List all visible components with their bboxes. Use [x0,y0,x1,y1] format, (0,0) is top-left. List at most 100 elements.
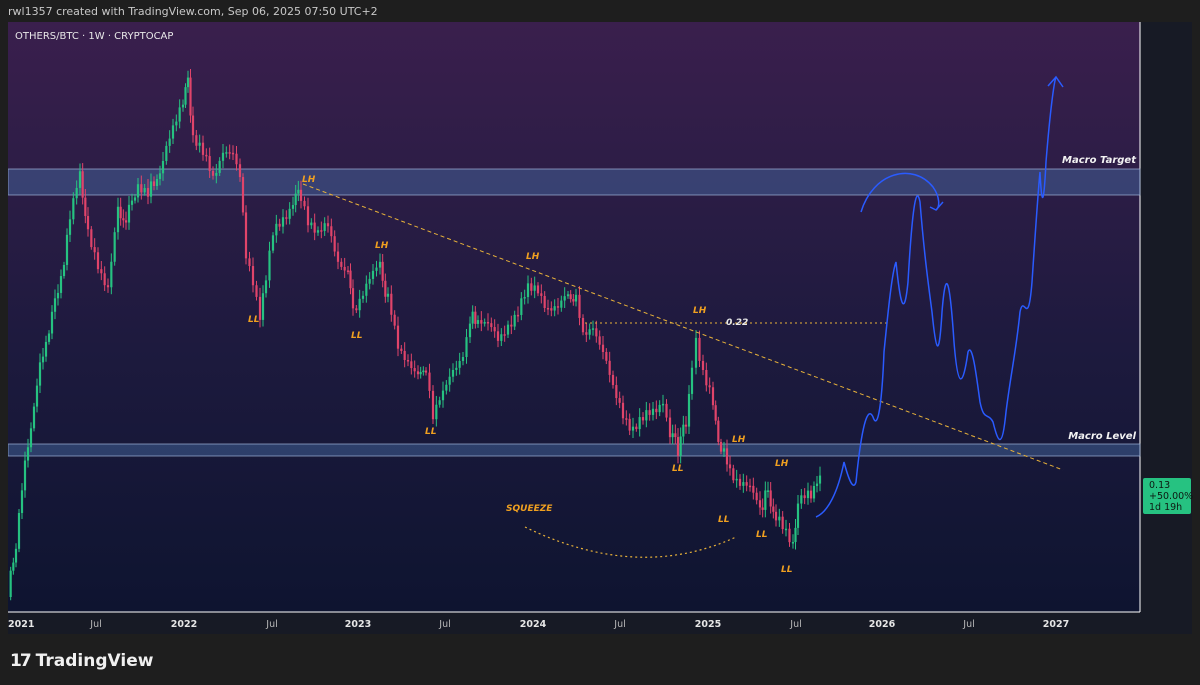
candle-body [812,485,816,499]
candle-body [556,306,560,308]
candle-body [708,385,711,388]
zone-2 [8,443,1141,457]
candle-body [26,447,30,461]
candle-body [655,408,658,413]
candle-body [81,171,84,198]
tradingview-logo-icon: 17 [10,651,32,671]
candle-body [103,273,106,286]
candle-body [231,152,235,155]
candle-body [294,193,297,206]
candle-body [483,321,486,324]
candle-body [343,266,346,271]
candle-body [435,404,438,420]
candle-body [238,164,242,178]
chart-area[interactable]: Macro Target Macro Level LH LL LH LL LL LH LL LH… [8,22,1192,634]
candle-body [361,295,365,299]
candle-body [14,548,18,563]
candle-body [796,503,800,528]
candle-body [390,293,393,315]
candle-body [441,390,445,401]
plot-background [8,22,1140,612]
candle-body [349,270,352,289]
candle-body [413,368,416,372]
candle-body [458,360,461,368]
candle-body [815,483,819,486]
candle-body [536,285,540,294]
candle-body [278,223,281,227]
candle-body [84,197,87,217]
candle-body [719,441,723,452]
candle-body [621,402,625,419]
annotation-squeeze: SQUEEZE [506,504,553,514]
candle-body [303,200,306,207]
candle-body [165,145,168,161]
candle-body [155,178,159,186]
annotation-ll: LL [672,464,684,474]
candle-body [127,204,131,223]
candle-body [671,433,674,438]
candle-body [326,223,330,227]
candle-body [588,329,591,335]
candle-body [244,212,248,259]
annotation-ll: LL [718,515,730,525]
zone-1 [8,168,1141,196]
candle-body [510,324,513,327]
candle-body [75,187,78,199]
candle-body [687,393,691,427]
candle-body [791,542,795,544]
candle-body [615,385,618,399]
candle-body [50,311,54,334]
candle-body [788,528,791,543]
candle-body [448,376,451,385]
candle-body [761,507,764,510]
candle-body [133,197,137,201]
candle-body [665,403,668,418]
candle-body [523,297,526,299]
candle-body [146,188,150,197]
candle-body [611,374,615,386]
candle-body [608,360,611,375]
candle-body [468,323,472,338]
candle-body [261,293,265,320]
candle-body [742,482,745,486]
zone-label-2: Macro Level [1068,431,1136,442]
candle-body [651,408,655,415]
candle-body [205,154,208,157]
annotation-lh: LH [775,459,789,469]
candle-body [184,87,187,105]
candle-body [661,403,665,406]
candle-body [772,506,775,512]
candle-body [533,285,536,291]
candle-body [140,184,143,193]
candle-body [684,424,688,427]
candle-body [384,280,387,297]
candle-body [476,320,480,324]
candle-body [68,219,72,235]
candle-body [20,490,24,513]
candle-body [732,468,735,481]
candle-body [638,417,641,430]
candle-body [106,285,110,288]
candle-body [490,323,493,328]
candle-body [59,276,63,293]
chart-svg[interactable]: Macro Target Macro Level LH LL LH LL LL LH LL LH… [8,22,1192,634]
x-tick-label: Jul [89,619,101,630]
tradingview-logo[interactable]: 17 TradingView [10,650,153,672]
candle-body [766,490,770,492]
candle-body [419,372,422,375]
candle-body [9,570,12,597]
candle-body [288,208,291,219]
annotation-022: 0.22 [726,318,748,328]
candle-body [745,482,748,486]
candle-body [778,516,781,521]
candle-body [251,266,255,286]
attribution-bar: rwl1357 created with TradingView.com, Se… [0,0,1200,22]
candle-body [631,426,635,431]
candle-body [241,177,245,213]
candle-body [281,217,285,227]
candle-body [403,350,406,360]
candle-body [595,328,598,337]
last-price-change: +50.00% [1149,491,1194,502]
candle-body [218,160,221,173]
candle-body [526,283,530,298]
